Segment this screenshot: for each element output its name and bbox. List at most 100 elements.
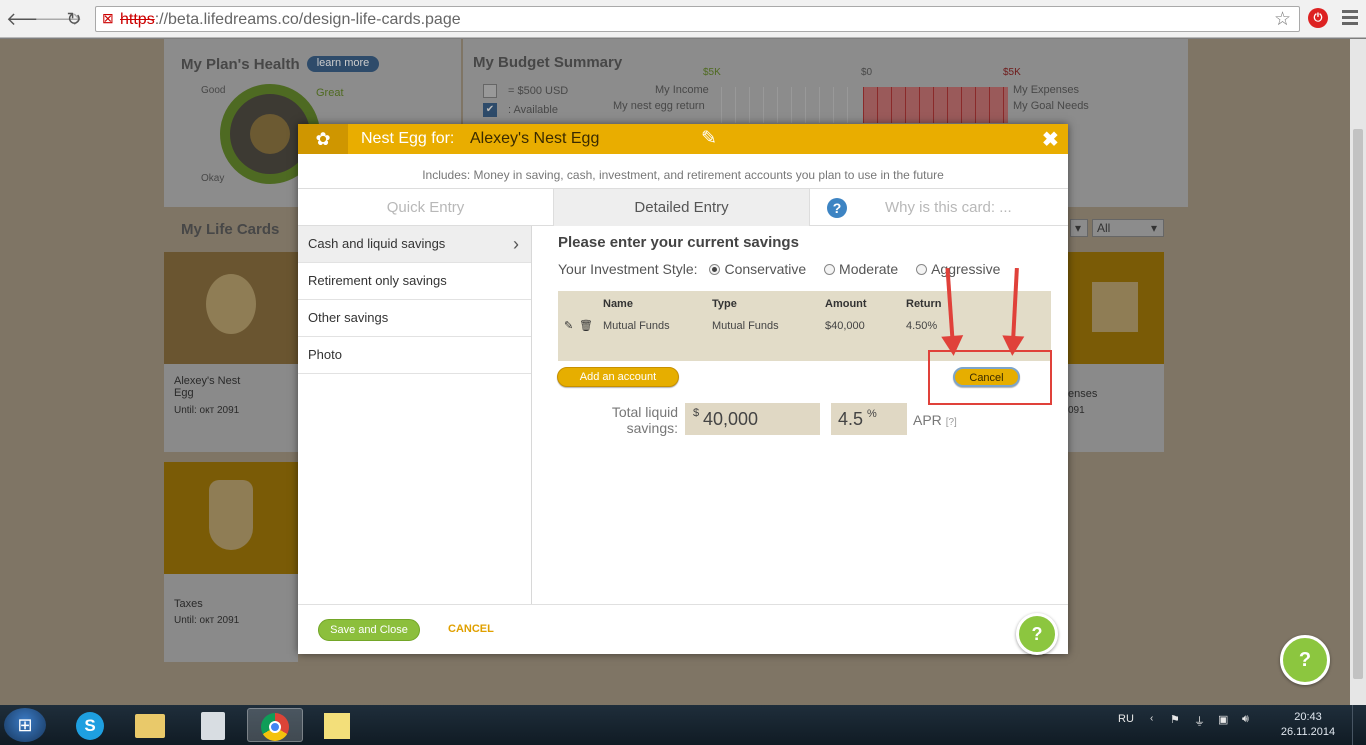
trash-icon[interactable]: 🗑 <box>579 319 593 332</box>
edit-name-icon[interactable]: ✎ <box>701 127 717 150</box>
notes-icon[interactable] <box>309 708 365 742</box>
help-chat-icon[interactable]: ? <box>1016 613 1058 655</box>
scrollbar-thumb[interactable] <box>1353 129 1363 679</box>
start-button[interactable]: ⊞ <box>4 708 46 742</box>
url-protocol: https <box>120 11 155 28</box>
nest-egg-card-image <box>164 252 298 364</box>
learn-more-button[interactable]: learn more <box>307 56 379 72</box>
apr-field[interactable]: 4.5 % <box>831 403 907 435</box>
tray-power-icon[interactable]: ⏚ <box>1194 713 1205 729</box>
sidebar-item-retirement[interactable]: Retirement only savings <box>298 263 531 300</box>
sidebar-item-photo[interactable]: Photo <box>298 337 531 374</box>
calculator-icon[interactable] <box>185 708 241 742</box>
expense-bar-grid <box>863 87 1008 123</box>
life-card-taxes[interactable]: Taxes Until: окт 2091 <box>164 462 298 662</box>
radio-moderate[interactable]: Moderate <box>824 261 898 277</box>
bookmark-star-icon[interactable]: ☆ <box>1274 8 1291 31</box>
apr-value: 4.5 <box>838 409 864 429</box>
card-name: Taxes <box>174 598 203 610</box>
tray-flag-icon[interactable]: ⚑ <box>1170 713 1180 726</box>
explorer-icon[interactable] <box>122 708 178 742</box>
col-type-header: Type <box>712 298 737 310</box>
tab-why-this-card[interactable]: Why is this card: ... <box>858 189 1068 226</box>
footer-cancel-link[interactable]: CANCEL <box>448 623 494 635</box>
page-help-chat-icon[interactable]: ? <box>1280 635 1330 685</box>
filter-dropdown-a[interactable]: ▾ <box>1070 219 1088 237</box>
card-name: enses <box>1068 388 1098 400</box>
sidebar-item-cash[interactable]: Cash and liquid savings › <box>298 226 531 263</box>
budget-title: My Budget Summary <box>473 54 623 71</box>
apr-help-link[interactable]: [?] <box>946 417 957 428</box>
savings-content: Please enter your current savings Your I… <box>532 226 1068 604</box>
modal-header-name: Alexey's Nest Egg <box>470 130 600 147</box>
scale-left: $5K <box>703 67 721 78</box>
close-icon[interactable]: ✖ <box>1042 127 1059 152</box>
radio-checked-icon <box>709 264 721 275</box>
plan-health-title: My Plan's Health <box>181 56 300 73</box>
skype-icon[interactable]: S <box>62 708 118 742</box>
modal-footer: Save and Close CANCEL ? <box>298 604 1068 655</box>
card-until: Until: окт 2091 <box>174 615 240 626</box>
row-name: Mutual Funds <box>603 320 670 332</box>
taskbar-clock[interactable]: 20:43 26.11.2014 <box>1275 710 1341 740</box>
apr-label-group: APR [?] <box>913 412 957 428</box>
col-amount-header: Amount <box>825 298 867 310</box>
savings-sidebar: Cash and liquid savings › Retirement only… <box>298 226 532 604</box>
lotus-icon: ✿ <box>298 124 348 154</box>
menu-icon[interactable] <box>1342 10 1358 28</box>
page-scrollbar[interactable] <box>1350 39 1366 705</box>
legend-available: : Available <box>508 104 558 116</box>
tab-quick-entry[interactable]: Quick Entry <box>298 189 553 226</box>
row-type: Mutual Funds <box>712 320 779 332</box>
chevron-right-icon: › <box>513 234 519 254</box>
question-icon[interactable]: ? <box>827 198 847 218</box>
insecure-lock-icon: ⊠ <box>102 10 114 26</box>
modal-header: ✿ Nest Egg for: Alexey's Nest Egg ✎ ✖ <box>298 124 1068 154</box>
edit-pencil-icon[interactable]: ✎ <box>564 319 573 332</box>
forward-icon[interactable]: 🡒 <box>34 8 82 30</box>
card-name: Alexey's Nest Egg <box>174 375 241 399</box>
scale-right: $5K <box>1003 67 1021 78</box>
row-return: 4.50% <box>906 320 938 332</box>
tray-expand-icon[interactable]: ‹ <box>1150 713 1153 724</box>
legend-check-icon: ✔ <box>483 103 497 117</box>
health-good-label: Good <box>201 85 226 96</box>
life-card-nest-egg[interactable]: Alexey's Nest Egg Until: окт 2091 <box>164 252 298 452</box>
filter-all-value: All <box>1097 221 1111 235</box>
uncle-sam-hat-icon <box>209 480 253 550</box>
radio-empty-icon <box>824 264 836 275</box>
radio-aggressive[interactable]: Aggressive <box>916 261 1000 277</box>
life-cards-title: My Life Cards <box>181 221 280 238</box>
back-icon[interactable]: 🡐 <box>6 8 54 30</box>
language-indicator[interactable]: RU <box>1118 713 1134 725</box>
reload-icon[interactable]: ↻ <box>63 8 85 30</box>
col-name-header: Name <box>603 298 633 310</box>
tray-network-icon[interactable]: ▣ <box>1218 713 1228 726</box>
currency-symbol: $ <box>693 407 700 419</box>
filter-dropdown-all[interactable]: All ▾ <box>1092 219 1164 237</box>
radio-conservative[interactable]: Conservative <box>709 261 806 277</box>
card-until: Until: окт 2091 <box>174 405 240 416</box>
apr-percent-symbol: % <box>867 408 877 420</box>
save-and-close-button[interactable]: Save and Close <box>318 619 420 641</box>
sidebar-item-other[interactable]: Other savings <box>298 300 531 337</box>
add-account-button[interactable]: Add an account <box>557 367 679 387</box>
modal-header-label: Nest Egg for: <box>361 130 455 147</box>
tray-volume-icon[interactable]: 🔊︎ <box>1242 713 1249 726</box>
my-expenses-label: My Expenses <box>1013 84 1080 96</box>
row-amount: $40,000 <box>825 320 865 332</box>
total-savings-field[interactable]: $ 40,000 <box>685 403 820 435</box>
sidebar-item-label: Retirement only savings <box>308 273 447 288</box>
extension-icon[interactable]: ⏻ <box>1308 8 1328 28</box>
taxes-card-image <box>164 462 298 574</box>
tab-detailed-entry[interactable]: Detailed Entry <box>553 189 810 226</box>
card-until: 091 <box>1068 405 1085 416</box>
address-bar[interactable]: ⊠ https://beta.lifedreams.co/design-life… <box>95 6 1300 32</box>
col-return-header: Return <box>906 298 942 310</box>
content-title: Please enter your current savings <box>558 234 799 251</box>
health-okay-label: Okay <box>201 173 225 184</box>
show-desktop-button[interactable] <box>1352 705 1366 745</box>
sidebar-item-label: Photo <box>308 347 342 362</box>
chrome-icon[interactable] <box>247 708 303 742</box>
url-path: ://beta.lifedreams.co/design-life-cards.… <box>154 11 461 28</box>
